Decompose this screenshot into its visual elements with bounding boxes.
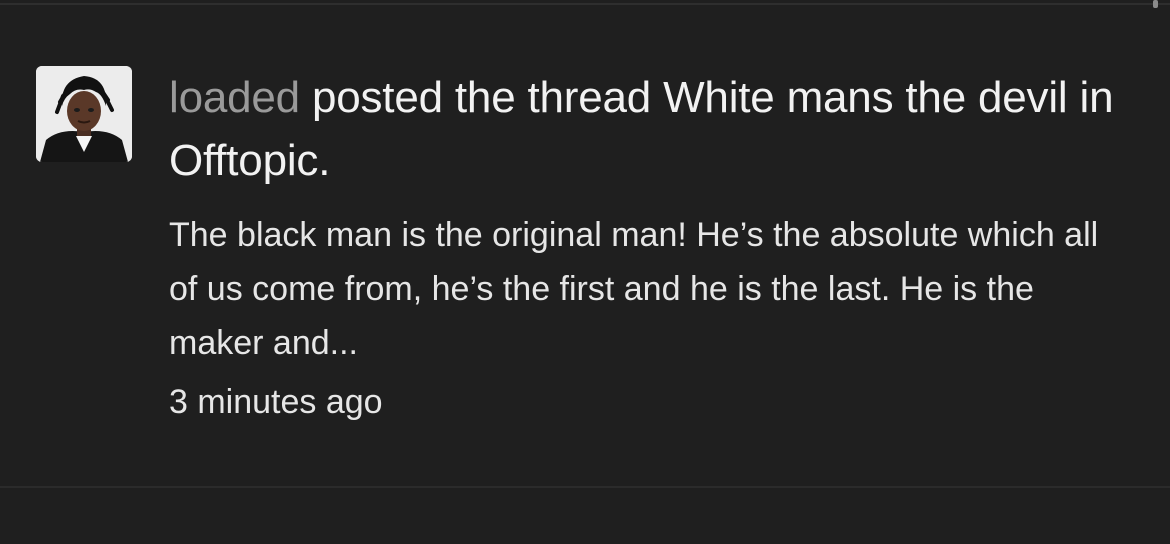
in-text: in <box>1079 73 1114 122</box>
timestamp: 3 minutes ago <box>169 383 383 421</box>
bottom-divider <box>0 486 1170 488</box>
post-snippet[interactable]: The black man is the original man! He’s … <box>169 208 1099 370</box>
top-divider <box>0 3 1170 5</box>
thread-title-link[interactable]: White mans the devil <box>663 73 1068 122</box>
activity-feed-page: loaded posted the thread White mans the … <box>0 0 1170 544</box>
avatar[interactable] <box>36 66 132 162</box>
activity-headline: loaded posted the thread White mans the … <box>169 66 1129 192</box>
action-text: posted the thread <box>311 73 652 122</box>
scroll-indicator[interactable] <box>1153 0 1158 8</box>
activity-content: loaded posted the thread White mans the … <box>169 66 1129 424</box>
end-punctuation: . <box>318 136 331 185</box>
username-link[interactable]: loaded <box>169 73 300 122</box>
avatar-image-icon <box>36 66 132 162</box>
forum-link[interactable]: Offtopic <box>169 136 318 185</box>
